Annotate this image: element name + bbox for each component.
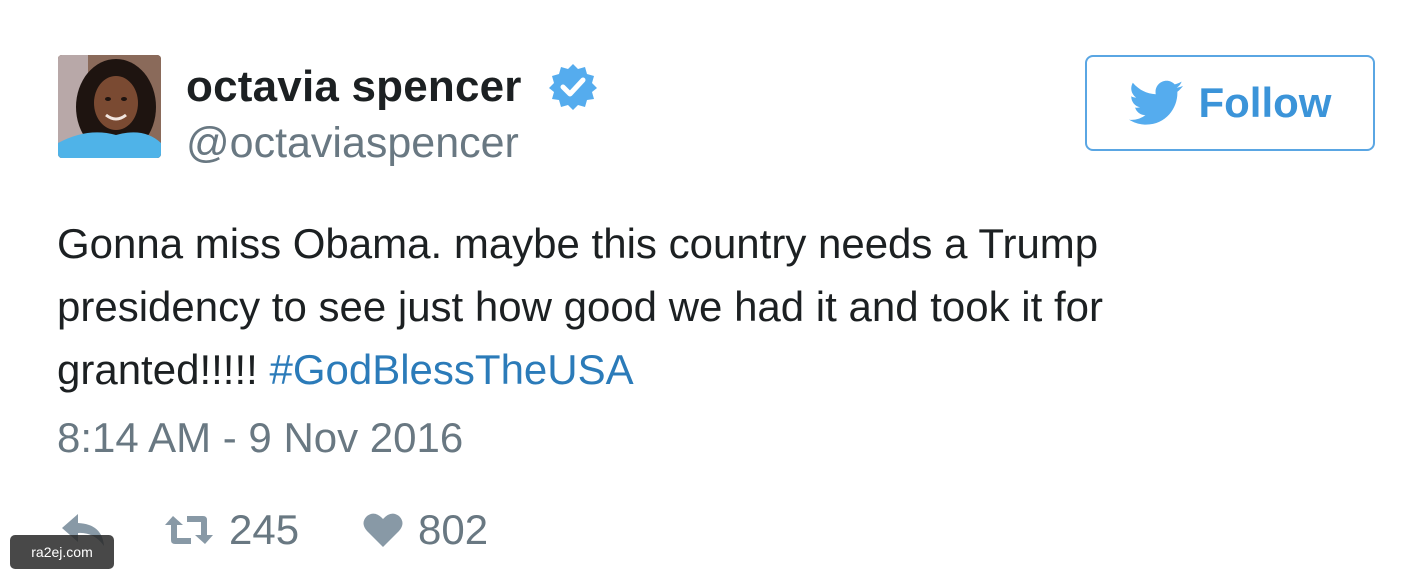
watermark: ra2ej.com [10, 535, 114, 569]
like-button[interactable]: 802 [362, 500, 488, 560]
follow-button[interactable]: Follow [1085, 55, 1375, 151]
twitter-bird-icon [1128, 80, 1183, 125]
hashtag-link[interactable]: #GodBlessTheUSA [269, 346, 633, 393]
profile-photo [58, 55, 161, 158]
tweet-text: Gonna miss Obama. maybe this country nee… [57, 212, 1257, 401]
tweet-timestamp[interactable]: 8:14 AM - 9 Nov 2016 [57, 414, 463, 462]
follow-button-label: Follow [1198, 79, 1332, 126]
verified-badge-icon [549, 64, 597, 110]
tweet-card: octavia spencer @octaviaspencer Follow G… [0, 0, 1425, 580]
user-handle[interactable]: @octaviaspencer [186, 119, 519, 168]
display-name[interactable]: octavia spencer [186, 62, 522, 112]
watermark-text: ra2ej.com [31, 544, 93, 560]
heart-icon [363, 513, 403, 547]
retweet-icon [165, 516, 213, 544]
retweet-count: 245 [229, 506, 300, 553]
like-count: 802 [418, 506, 489, 553]
avatar[interactable] [58, 55, 161, 158]
retweet-button[interactable]: 245 [163, 500, 299, 560]
